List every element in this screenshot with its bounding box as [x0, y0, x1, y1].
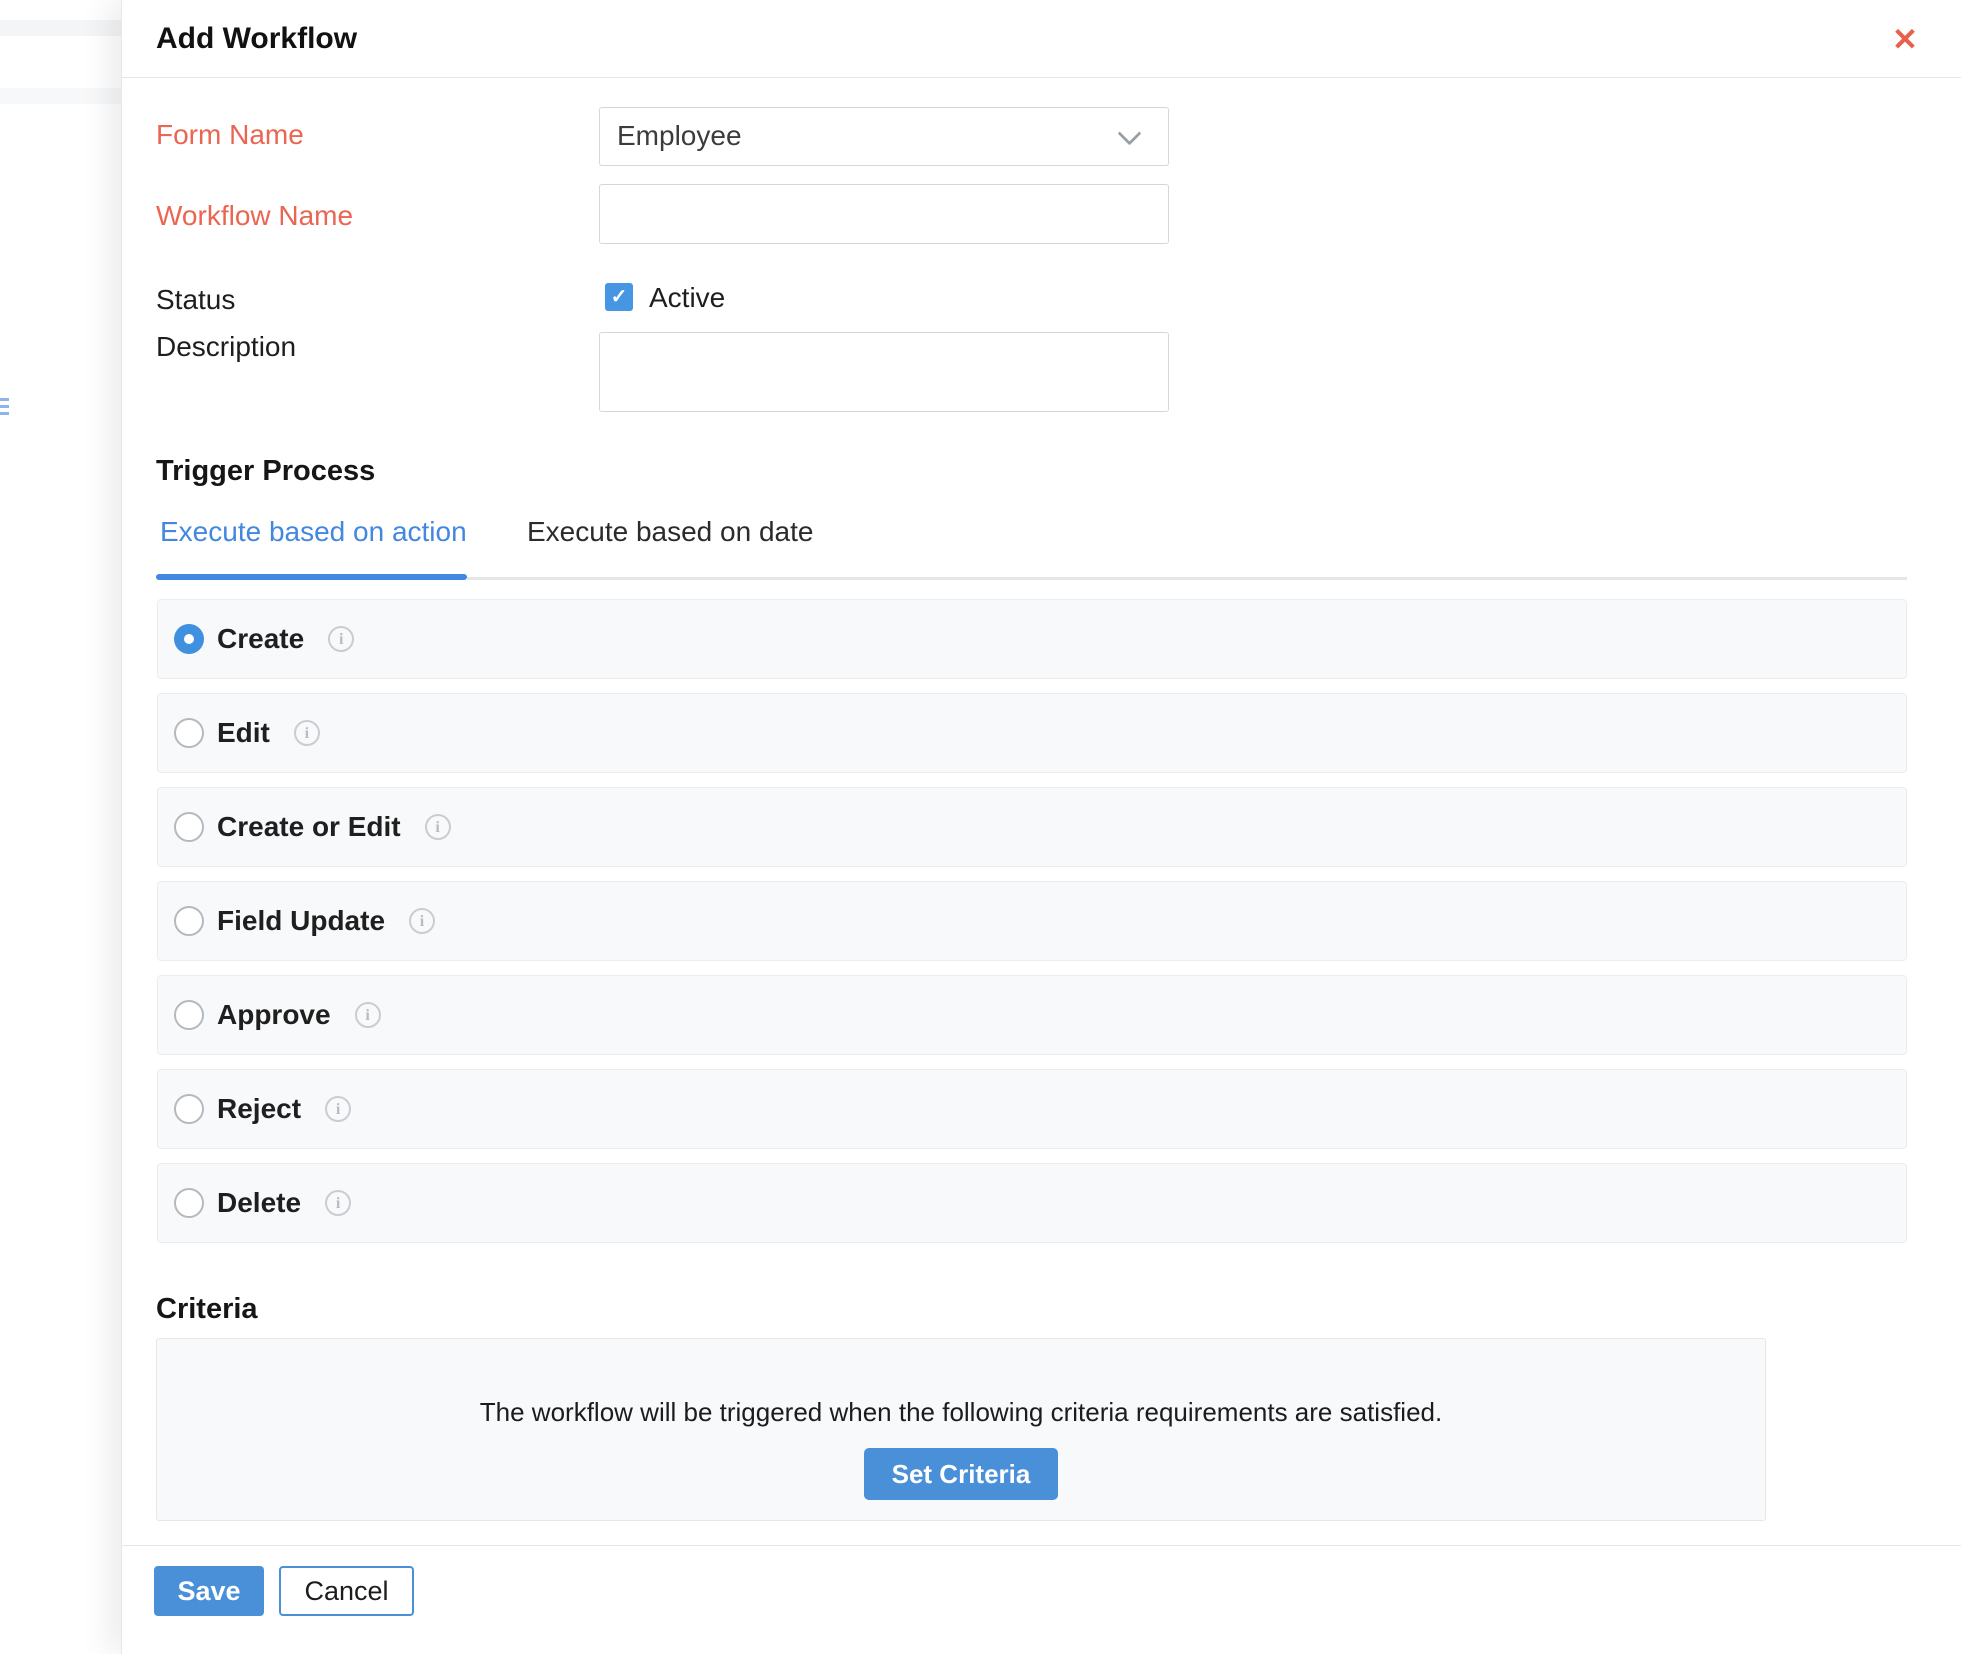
background-menu-icon — [0, 398, 9, 419]
close-icon[interactable]: ✕ — [1885, 20, 1925, 60]
info-icon[interactable]: i — [328, 626, 355, 652]
background-row — [0, 20, 121, 36]
trigger-option-label: Reject — [217, 1093, 302, 1124]
trigger-option-reject[interactable]: Reject i — [157, 1069, 1907, 1149]
info-icon[interactable]: i — [354, 1002, 381, 1028]
tab-bar-line — [467, 577, 1907, 580]
radio-button[interactable] — [174, 906, 204, 936]
page-title: Add Workflow — [156, 22, 358, 55]
trigger-process-heading: Trigger Process — [156, 455, 376, 487]
criteria-panel: The workflow will be triggered when the … — [156, 1338, 1766, 1521]
form-name-label: Form Name — [156, 119, 304, 150]
background-row — [0, 88, 121, 104]
trigger-option-create[interactable]: Create i — [157, 599, 1907, 679]
footer-divider — [122, 1545, 1961, 1546]
active-tab-underline — [156, 574, 467, 580]
set-criteria-button[interactable]: Set Criteria — [863, 1448, 1059, 1500]
trigger-option-field-update[interactable]: Field Update i — [157, 881, 1907, 961]
workflow-name-input[interactable] — [599, 184, 1169, 244]
info-icon[interactable]: i — [325, 1096, 352, 1122]
active-checkbox-label: Active — [649, 282, 726, 313]
trigger-option-create-or-edit[interactable]: Create or Edit i — [157, 787, 1907, 867]
form-name-value: Employee — [617, 120, 742, 151]
trigger-option-delete[interactable]: Delete i — [157, 1163, 1907, 1243]
trigger-option-label: Approve — [217, 999, 331, 1030]
info-icon[interactable]: i — [293, 720, 320, 746]
trigger-option-label: Edit — [217, 717, 270, 748]
page: Add Workflow ✕ Form Name Employee Workfl… — [0, 0, 1961, 1654]
active-checkbox[interactable]: ✓ — [605, 283, 633, 311]
status-label: Status — [156, 284, 236, 315]
radio-button[interactable] — [174, 624, 204, 654]
criteria-message: The workflow will be triggered when the … — [479, 1397, 1443, 1427]
background-page — [0, 0, 121, 1654]
description-label: Description — [156, 331, 297, 362]
trigger-option-approve[interactable]: Approve i — [157, 975, 1907, 1055]
tab-execute-based-on-date[interactable]: Execute based on date — [527, 516, 813, 548]
save-button[interactable]: Save — [154, 1566, 264, 1616]
cancel-button[interactable]: Cancel — [279, 1566, 414, 1616]
radio-button[interactable] — [174, 718, 204, 748]
radio-button[interactable] — [174, 1000, 204, 1030]
radio-button[interactable] — [174, 1094, 204, 1124]
description-textarea[interactable] — [599, 332, 1169, 412]
form-name-select[interactable]: Employee — [599, 107, 1169, 166]
tab-execute-based-on-action[interactable]: Execute based on action — [160, 516, 467, 548]
radio-button[interactable] — [174, 1188, 204, 1218]
trigger-option-label: Create — [217, 623, 305, 654]
info-icon[interactable]: i — [409, 908, 436, 934]
trigger-option-label: Field Update — [217, 905, 386, 936]
trigger-option-edit[interactable]: Edit i — [157, 693, 1907, 773]
radio-button[interactable] — [174, 812, 204, 842]
chevron-down-icon — [1117, 121, 1142, 146]
header-divider — [122, 77, 1961, 78]
info-icon[interactable]: i — [424, 814, 451, 840]
criteria-heading: Criteria — [156, 1293, 258, 1325]
info-icon[interactable]: i — [325, 1190, 352, 1216]
workflow-name-label: Workflow Name — [156, 200, 354, 231]
trigger-option-label: Create or Edit — [217, 811, 401, 842]
add-workflow-dialog: Add Workflow ✕ Form Name Employee Workfl… — [121, 0, 1961, 1654]
trigger-option-label: Delete — [217, 1187, 302, 1218]
